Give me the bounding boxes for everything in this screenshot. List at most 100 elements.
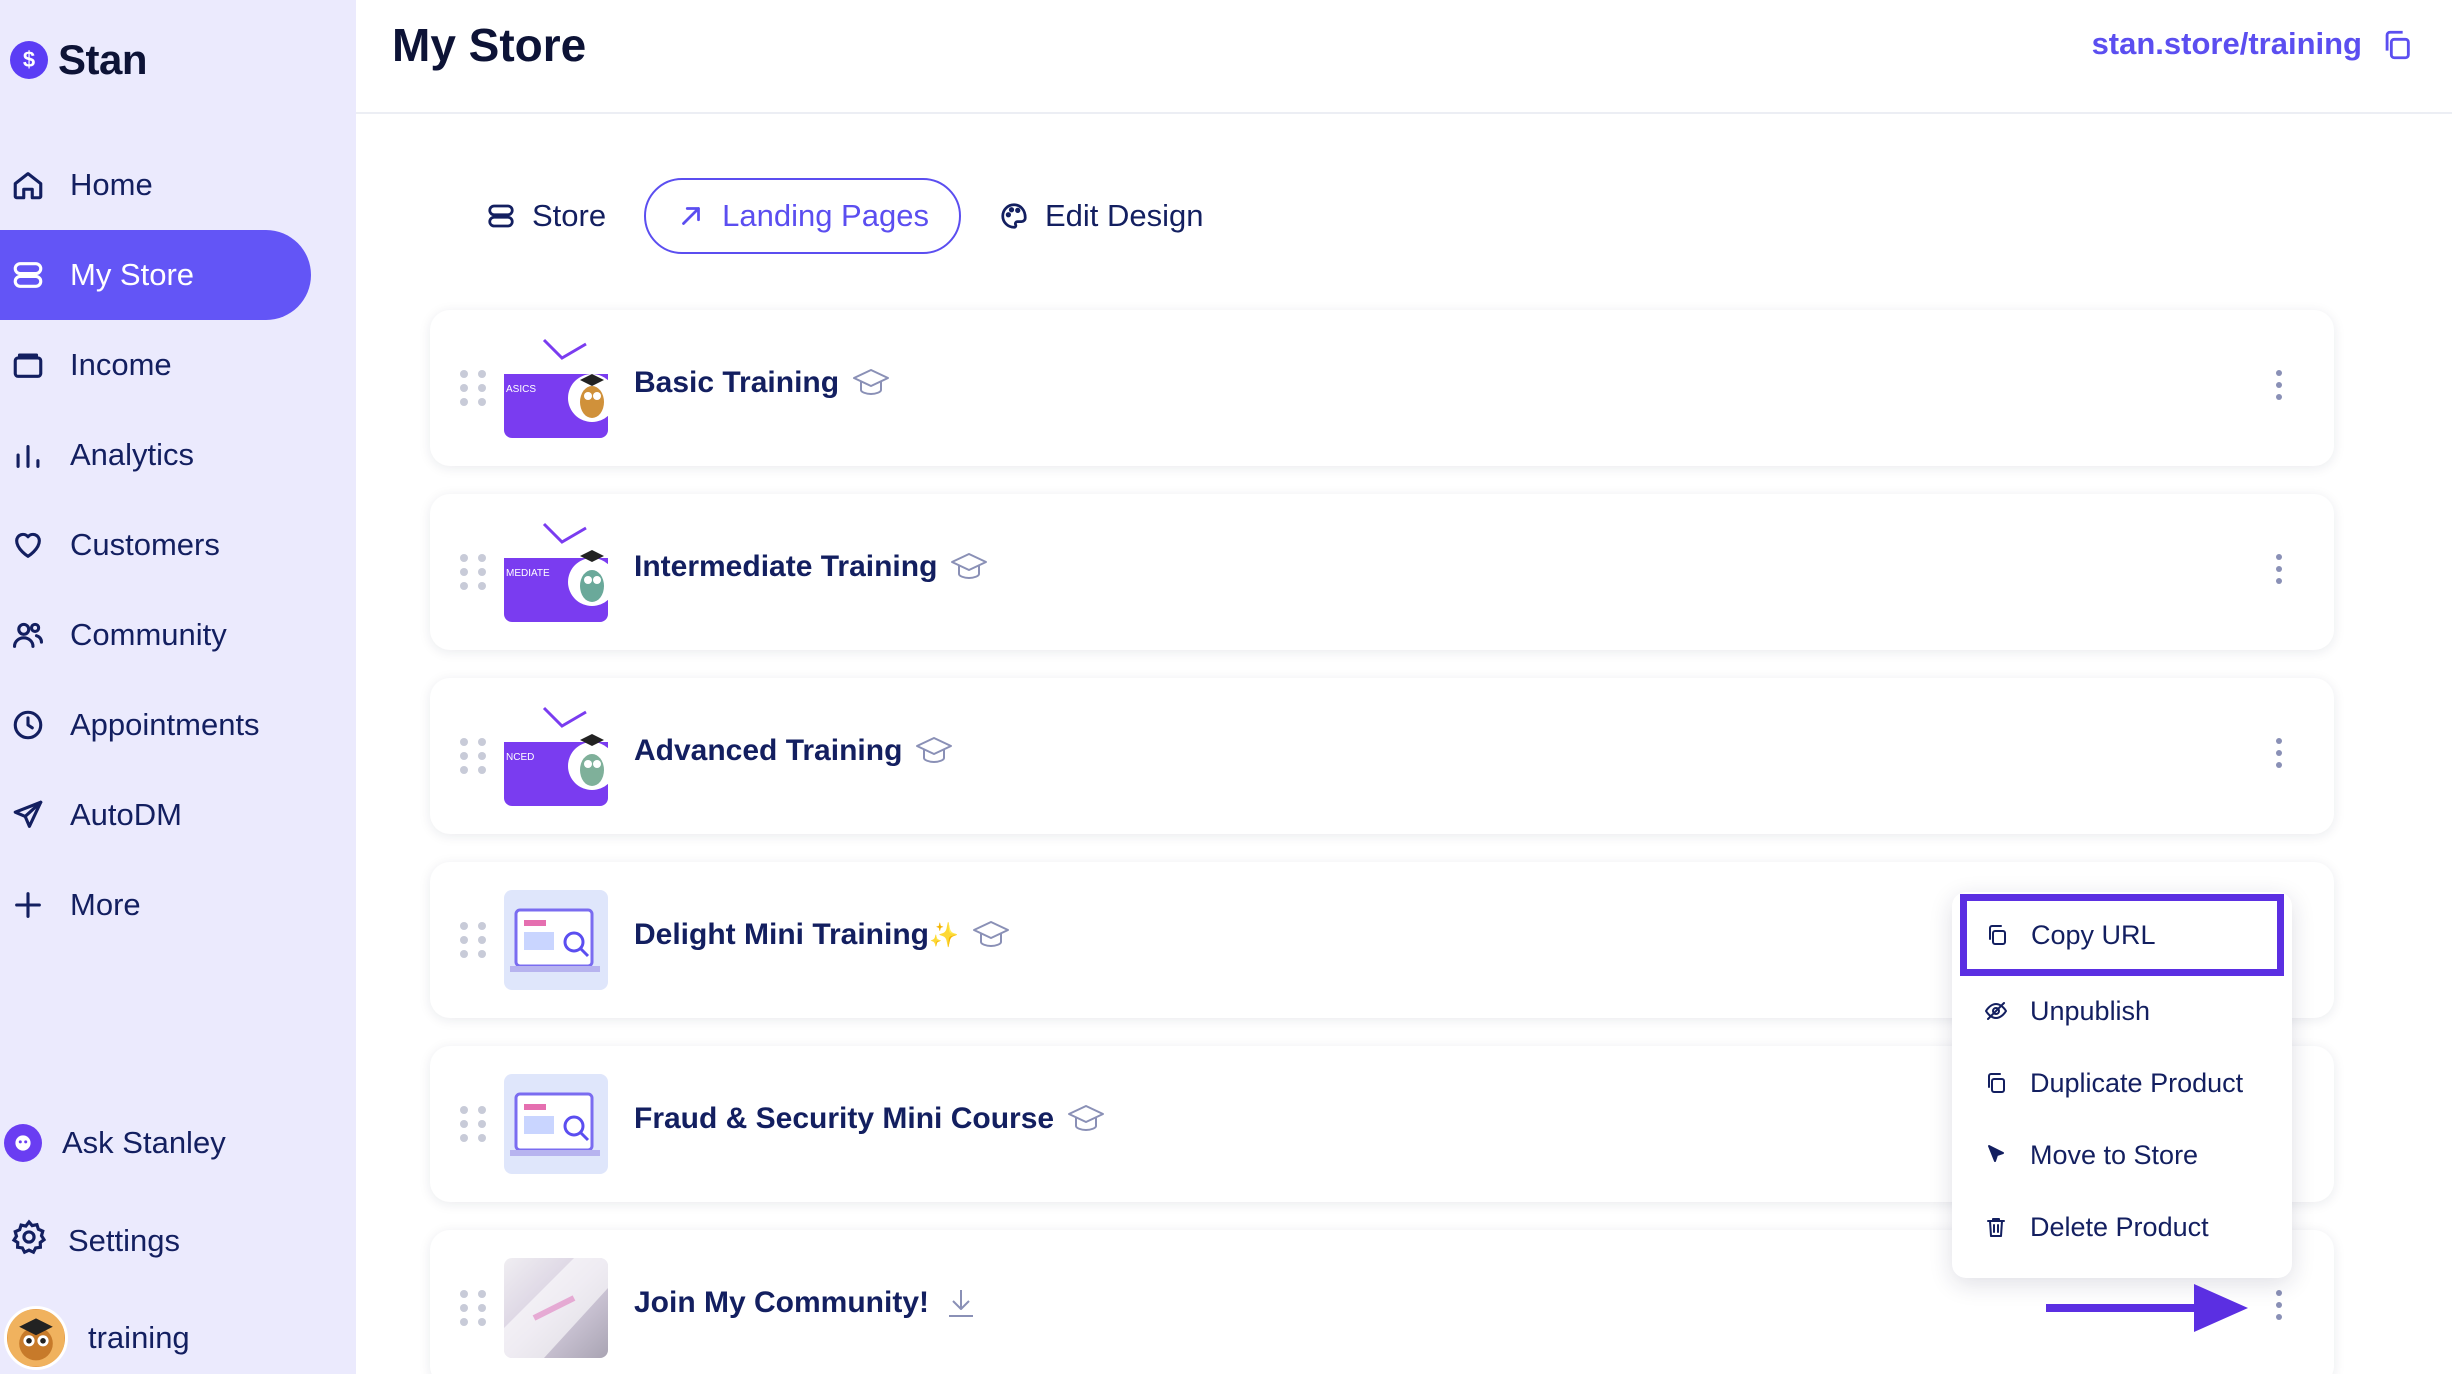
ask-stanley-label: Ask Stanley bbox=[62, 1125, 226, 1160]
menu-label: Move to Store bbox=[2030, 1139, 2199, 1170]
cursor-icon bbox=[1988, 1145, 2004, 1162]
settings-button[interactable]: Settings bbox=[6, 1218, 180, 1264]
nav-item-appointments[interactable]: Appointments bbox=[0, 680, 356, 770]
product-title[interactable]: Fraud & Security Mini Course bbox=[634, 1102, 1106, 1136]
tab-landing-pages[interactable]: Landing Pages bbox=[644, 178, 961, 254]
nav-label: More bbox=[70, 887, 141, 922]
gear-icon bbox=[10, 1218, 48, 1264]
tab-store[interactable]: Store bbox=[456, 178, 636, 254]
product-thumbnail: NCED bbox=[504, 706, 608, 806]
nav-label: Appointments bbox=[70, 707, 260, 742]
home-icon bbox=[10, 167, 46, 203]
product-title[interactable]: Delight Mini Training ✨ bbox=[634, 918, 1011, 952]
duplicate-product-menu-item[interactable]: Duplicate Product bbox=[1952, 1050, 2292, 1116]
product-thumbnail: ASICS bbox=[504, 338, 608, 438]
heart-icon bbox=[10, 527, 46, 563]
drag-handle[interactable] bbox=[460, 1290, 488, 1326]
more-options-icon[interactable] bbox=[2276, 554, 2282, 584]
list-icon bbox=[488, 204, 514, 228]
tab-label: Edit Design bbox=[1044, 198, 1204, 233]
product-card[interactable]: NCED Advanced Training bbox=[430, 678, 2334, 834]
nav-item-home[interactable]: Home bbox=[0, 140, 356, 230]
product-name: Fraud & Security Mini Course bbox=[634, 1102, 1055, 1135]
product-name: Basic Training bbox=[634, 366, 840, 399]
product-card[interactable]: MEDIATE Intermediate Training bbox=[430, 494, 2334, 650]
drag-handle[interactable] bbox=[460, 370, 488, 406]
main-nav: Home My Store Income Analytics Customers… bbox=[0, 140, 356, 950]
annotation-arrow-icon bbox=[2046, 1284, 2248, 1332]
graduation-cap-icon bbox=[972, 921, 1009, 947]
product-thumbnail bbox=[504, 1074, 608, 1174]
product-card[interactable]: ASICS Basic Training bbox=[430, 310, 2334, 466]
tab-edit-design[interactable]: Edit Design bbox=[969, 178, 1234, 254]
move-to-store-menu-item[interactable]: Move to Store bbox=[1952, 1122, 2292, 1188]
nav-item-customers[interactable]: Customers bbox=[0, 500, 356, 590]
store-url-link[interactable]: stan.store/training bbox=[2092, 26, 2362, 62]
duplicate-icon bbox=[1988, 1073, 2005, 1093]
settings-label: Settings bbox=[68, 1223, 181, 1258]
product-thumbnail: MEDIATE bbox=[504, 522, 608, 622]
nav-item-more[interactable]: More bbox=[0, 860, 356, 950]
dollar-icon: $ bbox=[10, 41, 48, 79]
send-icon bbox=[10, 797, 46, 833]
copy-icon[interactable] bbox=[2380, 28, 2414, 62]
thumbnail-text: ASICS bbox=[506, 384, 536, 395]
nav-label: Analytics bbox=[70, 437, 195, 472]
plus-icon bbox=[10, 887, 46, 923]
username: training bbox=[88, 1320, 190, 1355]
menu-label: Delete Product bbox=[2030, 1211, 2209, 1242]
nav-label: AutoDM bbox=[70, 797, 182, 832]
more-options-icon[interactable] bbox=[2276, 738, 2282, 768]
graduation-cap-icon bbox=[1068, 1105, 1105, 1131]
palette-icon bbox=[1001, 203, 1027, 229]
page-title: My Store bbox=[392, 19, 587, 71]
ask-stanley-button[interactable]: Ask Stanley bbox=[0, 1124, 226, 1162]
graduation-cap-icon bbox=[951, 553, 988, 579]
copy-icon bbox=[1989, 925, 2006, 945]
drag-handle[interactable] bbox=[460, 1106, 488, 1142]
graduation-cap-icon bbox=[916, 737, 953, 763]
product-title[interactable]: Basic Training bbox=[634, 366, 891, 400]
avatar bbox=[4, 1306, 68, 1370]
thumbnail-text: MEDIATE bbox=[506, 568, 550, 579]
download-icon bbox=[949, 1290, 974, 1317]
nav-label: Home bbox=[70, 167, 153, 202]
more-options-icon[interactable] bbox=[2276, 1290, 2282, 1320]
nav-label: Customers bbox=[70, 527, 220, 562]
store-tabs: Store Landing Pages Edit Design bbox=[456, 178, 1233, 254]
drag-handle[interactable] bbox=[460, 738, 488, 774]
wallet-icon bbox=[10, 347, 46, 383]
nav-item-autodm[interactable]: AutoDM bbox=[0, 770, 356, 860]
trash-icon bbox=[1987, 1218, 2005, 1237]
product-name: Advanced Training bbox=[634, 734, 903, 767]
tab-label: Store bbox=[532, 198, 607, 233]
menu-label: Copy URL bbox=[2031, 919, 2156, 950]
sidebar: $ Stan Home My Store Income Analytics Cu… bbox=[0, 0, 356, 1374]
more-options-icon[interactable] bbox=[2276, 370, 2282, 400]
bar-chart-icon bbox=[10, 437, 46, 473]
graduation-cap-icon bbox=[853, 369, 890, 395]
user-profile[interactable]: training bbox=[0, 1306, 190, 1370]
copy-url-menu-item[interactable]: Copy URL bbox=[1960, 894, 2284, 976]
drag-handle[interactable] bbox=[460, 922, 488, 958]
product-title[interactable]: Join My Community! bbox=[634, 1286, 981, 1320]
product-name: Join My Community! bbox=[634, 1286, 930, 1319]
product-title[interactable]: Intermediate Training bbox=[634, 550, 989, 584]
product-name: Delight Mini Training bbox=[634, 918, 929, 951]
unpublish-menu-item[interactable]: Unpublish bbox=[1952, 978, 2292, 1044]
nav-item-community[interactable]: Community bbox=[0, 590, 356, 680]
delete-product-menu-item[interactable]: Delete Product bbox=[1952, 1194, 2292, 1260]
nav-item-my-store[interactable]: My Store bbox=[0, 230, 311, 320]
stanley-bot-icon bbox=[4, 1124, 42, 1162]
clock-icon bbox=[10, 707, 46, 743]
product-title[interactable]: Advanced Training bbox=[634, 734, 954, 768]
store-icon bbox=[10, 257, 46, 293]
nav-item-analytics[interactable]: Analytics bbox=[0, 410, 356, 500]
menu-label: Duplicate Product bbox=[2030, 1067, 2244, 1098]
nav-label: Community bbox=[70, 617, 227, 652]
nav-item-income[interactable]: Income bbox=[0, 320, 356, 410]
brand-logo[interactable]: $ Stan bbox=[10, 36, 148, 84]
top-header: My Store stan.store/training bbox=[356, 0, 2452, 114]
drag-handle[interactable] bbox=[460, 554, 488, 590]
sparkle-icon: ✨ bbox=[929, 921, 959, 949]
